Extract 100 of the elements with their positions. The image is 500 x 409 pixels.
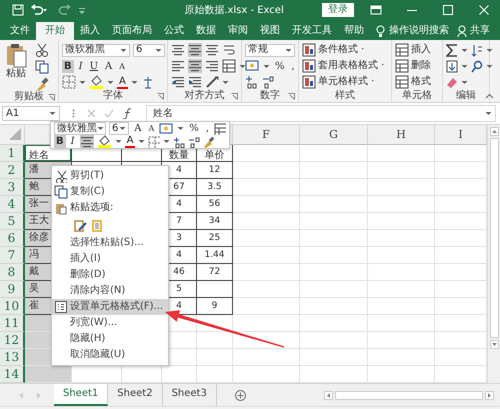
caret-icon[interactable]: [120, 48, 127, 52]
row-header[interactable]: 7: [0, 247, 25, 264]
caret-icon[interactable]: [79, 80, 86, 84]
font-size-select[interactable]: 6: [133, 44, 165, 56]
row-header[interactable]: 5: [0, 213, 25, 230]
ribbon-button[interactable]: 插入: [395, 43, 431, 57]
top-align-icon[interactable]: [171, 43, 185, 57]
scroll-right-icon[interactable]: [485, 390, 494, 400]
expand-icon[interactable]: [485, 111, 492, 116]
menu-item[interactable]: 复制(C): [70, 186, 105, 198]
ribbon-button[interactable]: 单元格样式 ·: [302, 75, 384, 89]
percent-button[interactable]: %: [273, 60, 287, 72]
format-painter-icon[interactable]: [203, 136, 216, 148]
sheet-tab[interactable]: Sheet1: [54, 384, 108, 406]
caret-icon[interactable]: [130, 80, 138, 84]
italic-button[interactable]: I: [68, 135, 77, 148]
ribbon-tab[interactable]: 开始: [36, 22, 74, 40]
comma-button[interactable]: ,: [290, 60, 297, 72]
ribbon-tab[interactable]: 文件: [4, 22, 36, 40]
bold-button[interactable]: B: [54, 135, 66, 148]
scrollbar-thumb[interactable]: [335, 390, 483, 400]
menu-item[interactable]: 隐藏(H): [70, 333, 106, 345]
align-left-icon[interactable]: [171, 59, 185, 73]
shrink-font-button[interactable]: A: [117, 60, 128, 72]
row-header[interactable]: 4: [0, 196, 25, 213]
caret-icon[interactable]: [138, 139, 146, 144]
ribbon-tab[interactable]: 公式: [158, 22, 190, 40]
dialog-launcher-icon[interactable]: [288, 93, 295, 100]
decrease-indent-icon[interactable]: [171, 75, 185, 89]
menu-item[interactable]: 选择性粘贴(S)...: [70, 237, 144, 249]
save-icon[interactable]: [12, 4, 24, 16]
fill-down-icon[interactable]: [446, 60, 458, 72]
scroll-down-icon[interactable]: [490, 340, 498, 349]
style-button[interactable]: U: [88, 60, 100, 72]
menu-item[interactable]: 列宽(W)...: [70, 317, 118, 329]
cut-icon[interactable]: [35, 43, 49, 57]
ribbon-tab[interactable]: 页面布局: [106, 22, 158, 40]
caret-icon[interactable]: [263, 64, 270, 68]
caret-icon[interactable]: [285, 48, 292, 52]
sort-icon[interactable]: [471, 44, 483, 56]
accounting-icon[interactable]: [245, 59, 260, 73]
caret-icon[interactable]: [461, 64, 468, 68]
column-header[interactable]: G: [300, 125, 368, 145]
ribbon-tab[interactable]: 插入: [74, 22, 106, 40]
add-sheet-icon[interactable]: [234, 390, 246, 400]
menu-item[interactable]: 取消隐藏(U): [70, 349, 126, 361]
caret-icon[interactable]: [461, 48, 468, 52]
ribbon-tab[interactable]: 视图: [254, 22, 286, 40]
undo-icon[interactable]: [30, 4, 48, 16]
column-header[interactable]: H: [368, 125, 435, 145]
font-size-select[interactable]: 6: [109, 122, 130, 135]
copy-icon[interactable]: [35, 60, 49, 74]
column-header[interactable]: I: [435, 125, 487, 145]
align-center-icon[interactable]: [80, 135, 94, 148]
customize-icon[interactable]: [78, 6, 86, 14]
ribbon-tab[interactable]: 审阅: [222, 22, 254, 40]
ribbon-tab[interactable]: 数据: [190, 22, 222, 40]
ribbon-display-icon[interactable]: [370, 5, 382, 15]
column-header[interactable]: F: [233, 125, 300, 145]
ribbon-tab[interactable]: 开发工具: [286, 22, 338, 40]
menu-item[interactable]: 插入(I): [70, 253, 101, 265]
close-icon[interactable]: [478, 5, 490, 15]
row-header[interactable]: 12: [0, 332, 25, 349]
ribbon-button[interactable]: 条件格式 ·: [302, 43, 384, 57]
font-color-button[interactable]: A: [124, 135, 136, 148]
caret-icon[interactable]: [486, 48, 493, 52]
row-header[interactable]: 11: [0, 315, 25, 332]
caret-icon[interactable]: [107, 80, 114, 84]
caret-icon[interactable]: [163, 139, 170, 144]
orientation-icon[interactable]: [205, 75, 219, 89]
fill-color-icon[interactable]: [89, 74, 104, 90]
caret-icon[interactable]: [222, 80, 229, 84]
shrink-font-button[interactable]: A: [146, 122, 156, 135]
menu-item[interactable]: 清除内容(N): [70, 285, 126, 297]
caret-icon[interactable]: [461, 80, 468, 84]
increase-decimal-icon[interactable]: [245, 75, 259, 89]
row-header[interactable]: 2: [0, 162, 25, 179]
caret-icon[interactable]: [114, 139, 122, 144]
login-button[interactable]: 登录: [322, 3, 354, 17]
row-header[interactable]: 9: [0, 281, 25, 298]
font-color-button[interactable]: A: [117, 76, 128, 88]
caret-icon[interactable]: [486, 64, 493, 68]
scroll-left-icon[interactable]: [324, 390, 333, 400]
wrap-text-icon[interactable]: [222, 43, 236, 57]
merge-icon[interactable]: [222, 59, 236, 73]
find-icon[interactable]: [471, 60, 483, 72]
menu-item[interactable]: 删除(D): [70, 269, 106, 281]
scrollbar-thumb[interactable]: [490, 138, 498, 338]
borders-icon[interactable]: [148, 136, 160, 148]
borders-icon[interactable]: [62, 75, 76, 89]
ribbon-button[interactable]: 套用表格格式 ·: [302, 59, 384, 73]
caret-icon[interactable]: [155, 48, 162, 52]
dialog-launcher-icon[interactable]: [48, 94, 55, 101]
collapse-ribbon-icon[interactable]: [485, 93, 494, 99]
search-box[interactable]: 操作说明搜索: [385, 22, 455, 40]
paste-option-icon[interactable]: [73, 218, 87, 233]
row-header[interactable]: 10: [0, 298, 25, 315]
row-header[interactable]: 14: [0, 366, 25, 383]
accounting-icon[interactable]: [159, 122, 174, 134]
row-header[interactable]: 1: [0, 145, 25, 162]
